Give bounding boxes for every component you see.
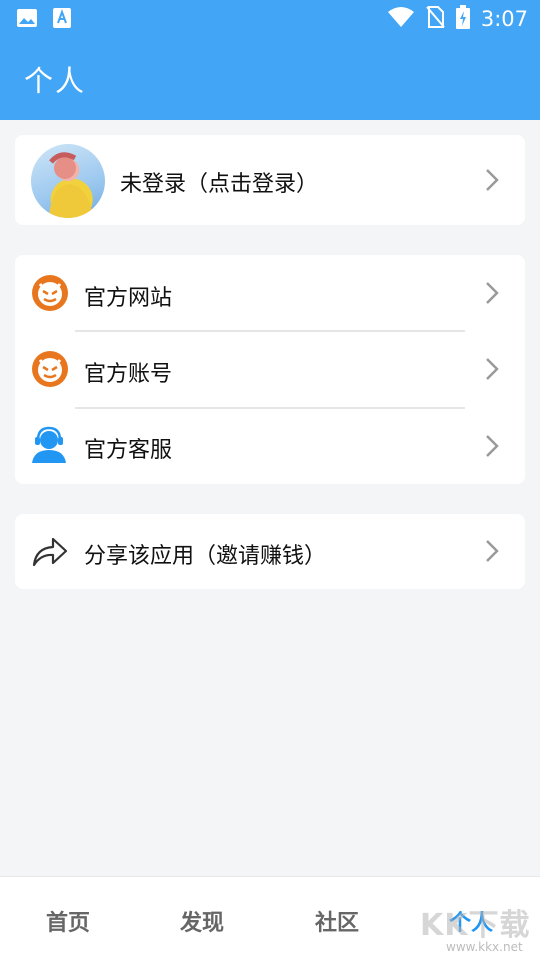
share-card[interactable]: 分享该应用（邀请赚钱） <box>15 514 525 589</box>
page-title: 个人 <box>24 64 87 98</box>
chevron-right-icon <box>485 281 499 309</box>
watermark: KK下载 <box>420 908 531 943</box>
login-prompt: 未登录（点击登录） <box>120 172 319 197</box>
no-sim-icon <box>425 5 445 33</box>
menu-item-account[interactable]: 官方账号 <box>15 332 525 408</box>
profile-card[interactable]: 未登录（点击登录） <box>15 135 525 225</box>
wifi-icon <box>387 6 415 32</box>
image-icon <box>16 7 38 33</box>
official-links-card: 官方网站 官方账号 官方客服 <box>15 255 525 484</box>
share-label: 分享该应用（邀请赚钱） <box>84 544 327 569</box>
menu-item-label: 官方网站 <box>84 286 173 311</box>
chevron-right-icon <box>485 434 499 462</box>
tab-discover[interactable]: 发现 <box>180 905 224 937</box>
menu-item-website[interactable]: 官方网站 <box>15 255 525 331</box>
watermark-url: www.kkx.net <box>446 940 523 954</box>
chevron-right-icon <box>485 168 499 196</box>
status-time: 3:07 <box>480 7 528 31</box>
devil-logo-icon <box>31 274 69 316</box>
font-app-icon <box>52 7 72 33</box>
share-icon <box>31 534 69 572</box>
devil-logo-icon <box>31 350 69 392</box>
status-bar: 3:07 <box>0 0 540 36</box>
chevron-right-icon <box>485 357 499 385</box>
menu-item-customer-service[interactable]: 官方客服 <box>15 409 525 484</box>
battery-charging-icon <box>455 4 471 34</box>
tab-community[interactable]: 社区 <box>315 905 359 937</box>
tab-home[interactable]: 首页 <box>46 905 90 937</box>
app-bar: 个人 <box>0 36 540 120</box>
customer-service-icon <box>31 426 67 468</box>
chevron-right-icon <box>485 539 499 567</box>
menu-item-label: 官方账号 <box>84 362 173 387</box>
menu-item-label: 官方客服 <box>84 438 173 463</box>
